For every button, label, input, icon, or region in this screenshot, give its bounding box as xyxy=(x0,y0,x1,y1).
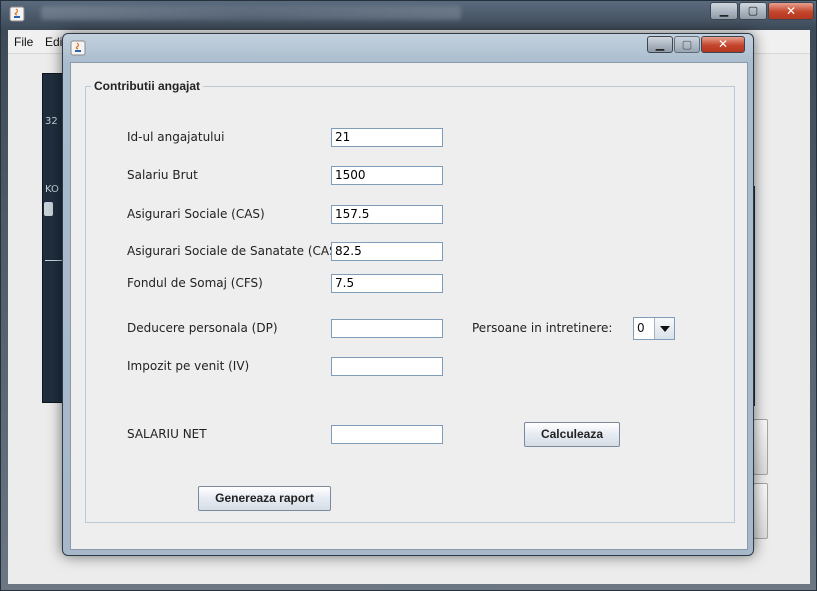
cass-field[interactable]: 82.5 xyxy=(331,242,443,261)
java-app-icon xyxy=(70,40,86,56)
label-iv: Impozit pe venit (IV) xyxy=(127,359,250,373)
iv-field[interactable] xyxy=(331,357,443,376)
minimize-icon[interactable]: ▁ xyxy=(647,36,673,53)
label-gross-salary: Salariu Brut xyxy=(127,168,198,182)
menu-edit[interactable]: Edi xyxy=(45,35,62,49)
maximize-icon[interactable]: ▢ xyxy=(739,2,767,20)
dependents-combo[interactable]: 0 xyxy=(633,317,675,340)
cfs-field[interactable]: 7.5 xyxy=(331,274,443,293)
contributii-dialog: ▁ ▢ ✕ Contributii angajat Id-ul angajatu… xyxy=(62,33,754,556)
gross-salary-field[interactable]: 1500 xyxy=(331,166,443,185)
menu-file[interactable]: File xyxy=(14,35,33,49)
label-dependents: Persoane in intretinere: xyxy=(472,321,613,335)
chevron-down-icon[interactable] xyxy=(654,318,674,339)
calculate-button[interactable]: Calculeaza xyxy=(524,422,620,447)
dp-field[interactable] xyxy=(331,319,443,338)
close-icon[interactable]: ✕ xyxy=(768,2,814,20)
label-net-salary: SALARIU NET xyxy=(127,427,207,441)
maximize-icon[interactable]: ▢ xyxy=(674,36,700,53)
net-salary-field[interactable] xyxy=(331,425,443,444)
employee-id-field[interactable]: 21 xyxy=(331,128,443,147)
label-cas: Asigurari Sociale (CAS) xyxy=(127,207,265,221)
label-cfs: Fondul de Somaj (CFS) xyxy=(127,276,263,290)
cas-field[interactable]: 157.5 xyxy=(331,205,443,224)
label-employee-id: Id-ul angajatului xyxy=(127,130,225,144)
label-cass: Asigurari Sociale de Sanatate (CASS) xyxy=(127,244,350,258)
background-button[interactable] xyxy=(753,419,768,475)
generate-report-button[interactable]: Genereaza raport xyxy=(198,486,331,511)
dependents-selected: 0 xyxy=(637,321,645,335)
dialog-body: Contributii angajat Id-ul angajatului Sa… xyxy=(70,62,748,550)
java-app-icon xyxy=(9,6,25,22)
section-title: Contributii angajat xyxy=(94,79,200,93)
label-dp: Deducere personala (DP) xyxy=(127,321,278,335)
main-titlebar: ▁ ▢ ✕ xyxy=(1,1,817,27)
main-window-title-blurred xyxy=(41,6,461,20)
close-icon[interactable]: ✕ xyxy=(701,36,745,53)
minimize-icon[interactable]: ▁ xyxy=(710,2,738,20)
background-button[interactable] xyxy=(753,483,768,539)
contributii-group: Contributii angajat Id-ul angajatului Sa… xyxy=(85,79,735,523)
